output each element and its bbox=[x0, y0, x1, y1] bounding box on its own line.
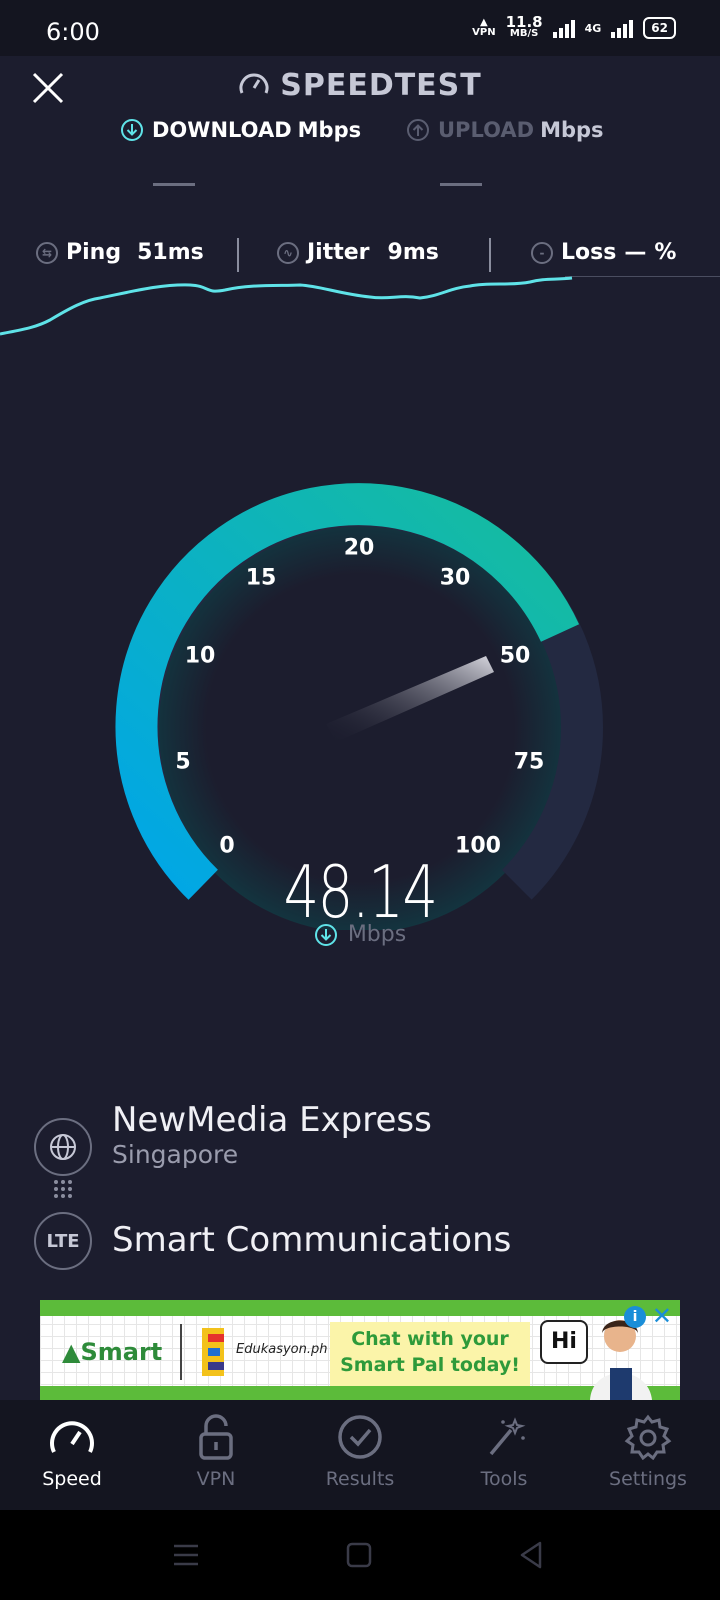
speedometer-icon bbox=[50, 1421, 94, 1453]
network-speed: 11.8 MB/S bbox=[505, 13, 543, 40]
signal-icon-2 bbox=[611, 18, 634, 38]
upload-icon bbox=[407, 119, 429, 141]
ad-info-icon[interactable]: i bbox=[624, 1306, 646, 1328]
gear-icon bbox=[624, 1414, 672, 1460]
bottom-navigation: Speed VPN Results Tools Settings bbox=[0, 1400, 720, 1510]
server-location: Singapore bbox=[112, 1140, 239, 1169]
download-unit: Mbps bbox=[297, 118, 362, 142]
ping-icon: ⇆ bbox=[36, 241, 58, 264]
ad-divider bbox=[180, 1324, 182, 1380]
gauge-tick-20: 20 bbox=[343, 535, 375, 561]
loss-icon: - bbox=[531, 241, 553, 264]
ad-headline: Chat with your Smart Pal today! bbox=[330, 1322, 530, 1386]
nav-results-label: Results bbox=[325, 1468, 395, 1490]
latency-row: ⇆ Ping 51ms ∿ Jitter 9ms - Loss — % bbox=[0, 234, 720, 274]
status-indicators: ▲ VPN 11.8 MB/S 4G 62 bbox=[472, 13, 676, 40]
gauge-tick-30: 30 bbox=[439, 565, 471, 591]
download-label: DOWNLOAD bbox=[152, 118, 292, 142]
magic-wand-icon bbox=[489, 1417, 526, 1456]
gauge-tick-50: 50 bbox=[499, 643, 531, 669]
divider bbox=[489, 238, 491, 272]
nav-vpn-label: VPN bbox=[196, 1468, 236, 1490]
speed-unit-label: Mbps bbox=[347, 922, 407, 947]
battery-icon: 62 bbox=[643, 17, 676, 39]
jitter-unit: ms bbox=[402, 240, 439, 265]
globe-icon bbox=[34, 1118, 92, 1176]
upload-placeholder-dash bbox=[440, 183, 482, 186]
status-bar: 6:00 ▲ VPN 11.8 MB/S 4G 62 bbox=[0, 0, 720, 56]
nav-settings-label: Settings bbox=[609, 1468, 687, 1490]
vpn-icon: ▲ VPN bbox=[472, 17, 496, 38]
loss-unit: % bbox=[654, 240, 677, 265]
nav-speed[interactable]: Speed bbox=[0, 1400, 144, 1510]
download-heading: DOWNLOAD Mbps bbox=[120, 118, 361, 142]
network-type: 4G bbox=[584, 21, 602, 35]
speedometer-icon bbox=[239, 73, 269, 94]
smart-logo-icon: ▲ bbox=[62, 1338, 81, 1366]
ping-label: Ping bbox=[66, 240, 122, 265]
ad-brand: Smart bbox=[80, 1338, 163, 1366]
status-time: 6:00 bbox=[46, 18, 100, 46]
nav-vpn[interactable]: VPN bbox=[144, 1400, 288, 1510]
ping-unit: ms bbox=[167, 240, 204, 265]
lte-badge-icon: LTE bbox=[34, 1212, 92, 1270]
home-icon[interactable] bbox=[346, 1542, 372, 1568]
upload-heading: UPLOAD Mbps bbox=[406, 118, 604, 142]
nav-results[interactable]: Results bbox=[288, 1400, 432, 1510]
menu-icon[interactable] bbox=[172, 1542, 200, 1568]
nav-tools-label: Tools bbox=[480, 1468, 528, 1490]
server-name[interactable]: NewMedia Express bbox=[112, 1100, 432, 1140]
app-title: SPEEDTEST bbox=[0, 68, 720, 103]
app-title-text: SPEEDTEST bbox=[280, 68, 482, 103]
gauge-tick-75: 75 bbox=[513, 749, 545, 775]
checkmark-circle-icon bbox=[338, 1415, 382, 1459]
ad-banner[interactable]: ▲Smart Edukasyon.ph Chat with your Smart… bbox=[40, 1300, 680, 1400]
jitter-value: 9ms bbox=[388, 240, 439, 265]
jitter-stat: ∿ Jitter 9ms bbox=[277, 240, 439, 265]
edukasyon-logo-icon bbox=[202, 1328, 224, 1376]
provider-name: Smart Communications bbox=[112, 1220, 512, 1260]
jitter-icon: ∿ bbox=[277, 241, 299, 264]
ping-value: 51ms bbox=[137, 240, 204, 265]
download-placeholder-dash bbox=[153, 183, 195, 186]
download-icon bbox=[121, 119, 143, 141]
ad-smart-logo: ▲Smart bbox=[62, 1338, 162, 1366]
loss-stat: - Loss — % bbox=[531, 240, 676, 265]
net-speed-unit: MB/S bbox=[509, 28, 539, 39]
system-navigation-bar bbox=[0, 1510, 720, 1600]
jitter-number: 9 bbox=[387, 240, 403, 265]
speed-trace-graph bbox=[0, 276, 573, 336]
ping-number: 51 bbox=[137, 240, 168, 265]
lock-icon bbox=[199, 1414, 233, 1460]
nav-speed-label: Speed bbox=[42, 1468, 102, 1490]
gauge-tick-15: 15 bbox=[245, 565, 277, 591]
nav-settings[interactable]: Settings bbox=[576, 1400, 720, 1510]
back-icon[interactable] bbox=[518, 1540, 544, 1570]
loss-value: — bbox=[624, 240, 647, 265]
server-info[interactable]: NewMedia Express Singapore bbox=[112, 1100, 432, 1169]
current-speed-unit: Mbps bbox=[0, 922, 720, 947]
nav-tools[interactable]: Tools bbox=[432, 1400, 576, 1510]
gauge-tick-10: 10 bbox=[184, 643, 216, 669]
divider bbox=[237, 238, 239, 272]
ad-headline-line1: Chat with your bbox=[351, 1328, 509, 1350]
download-icon bbox=[314, 923, 337, 946]
jitter-label: Jitter bbox=[307, 240, 370, 265]
ad-headline-line2: Smart Pal today! bbox=[340, 1354, 520, 1376]
ping-stat: ⇆ Ping 51ms bbox=[36, 240, 204, 265]
gauge-tick-5: 5 bbox=[175, 749, 191, 775]
ad-edu-text: Edukasyon.ph bbox=[236, 1342, 328, 1357]
upload-label: UPLOAD bbox=[438, 118, 535, 142]
connection-dots-icon bbox=[54, 1180, 72, 1198]
ad-close-icon[interactable]: ✕ bbox=[652, 1304, 672, 1328]
loss-label: Loss bbox=[561, 240, 617, 265]
signal-icon bbox=[552, 18, 575, 38]
net-speed-value: 11.8 bbox=[505, 13, 543, 31]
upload-unit: Mbps bbox=[540, 118, 604, 142]
